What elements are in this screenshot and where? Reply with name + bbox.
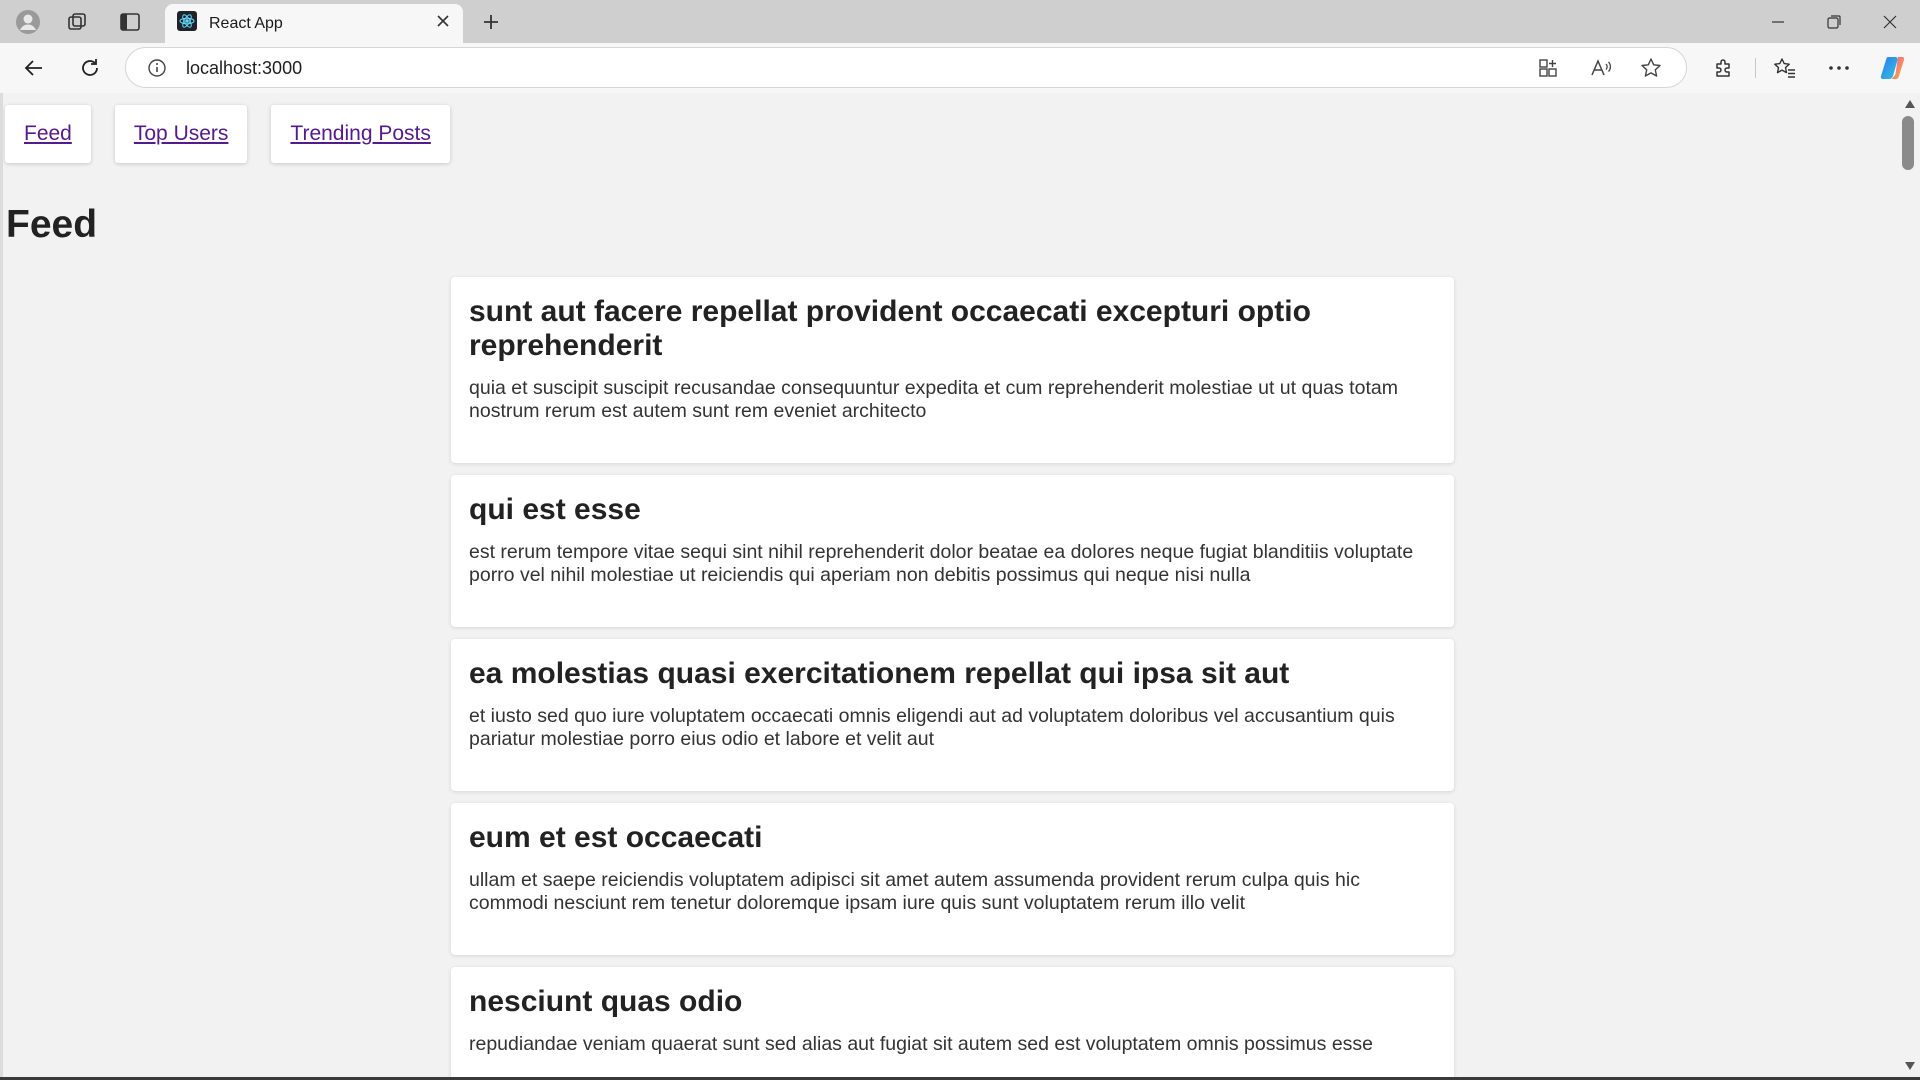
read-aloud-icon[interactable] (1586, 54, 1616, 82)
react-logo-icon (177, 11, 197, 36)
post-card: qui est esse est rerum tempore vitae seq… (451, 475, 1454, 627)
post-card: ea molestias quasi exercitationem repell… (451, 639, 1454, 791)
post-title: qui est esse (469, 493, 641, 526)
tab-title: React App (209, 14, 283, 32)
more-icon[interactable] (1821, 52, 1857, 84)
browser-tab[interactable]: React App (165, 4, 463, 43)
scrollbar-thumb[interactable] (1902, 116, 1914, 170)
favorites-icon[interactable] (1767, 52, 1803, 84)
copilot-icon[interactable] (1875, 52, 1911, 84)
address-text: localhost:3000 (186, 58, 303, 78)
top-navigation: Feed Top Users Trending Posts (5, 105, 474, 163)
back-arrow-icon[interactable] (16, 52, 52, 84)
page-viewport: Feed Top Users Trending Posts Feed sunt … (0, 93, 1900, 1077)
post-title: nesciunt quas odio (469, 985, 743, 1018)
toolbar-divider (1755, 58, 1756, 78)
close-icon[interactable] (435, 13, 451, 34)
profile-icon[interactable] (12, 6, 44, 38)
post-body: repudiandae veniam quaerat sunt sed alia… (469, 1033, 1374, 1055)
minimize-icon[interactable] (1750, 0, 1806, 43)
nav-item-trending-posts: Trending Posts (271, 105, 450, 163)
workspaces-icon[interactable] (62, 6, 94, 38)
tab-actions-icon[interactable] (114, 6, 146, 38)
plus-icon[interactable] (475, 6, 507, 38)
browser-titlebar: React App (0, 0, 1920, 43)
nav-item-feed: Feed (5, 105, 91, 163)
nav-link-top-users[interactable]: Top Users (134, 122, 229, 146)
nav-item-top-users: Top Users (114, 105, 248, 163)
vertical-scrollbar[interactable] (1900, 93, 1920, 1077)
post-body: quia et suscipit suscipit recusandae con… (469, 377, 1398, 422)
post-body: ullam et saepe reiciendis voluptatem adi… (469, 869, 1360, 914)
browser-toolbar: localhost:3000 (0, 43, 1920, 93)
post-card: eum et est occaecati ullam et saepe reic… (451, 803, 1454, 955)
post-title: ea molestias quasi exercitationem repell… (469, 657, 1290, 690)
post-card: nesciunt quas odio repudiandae veniam qu… (451, 967, 1454, 1077)
refresh-icon[interactable] (72, 52, 108, 84)
app-icon[interactable] (1533, 54, 1563, 82)
puzzle-icon[interactable] (1706, 52, 1742, 84)
scroll-down-icon[interactable] (1900, 1058, 1920, 1074)
post-card: sunt aut facere repellat provident occae… (451, 277, 1454, 463)
close-window-icon[interactable] (1862, 0, 1918, 43)
post-title: eum et est occaecati (469, 821, 763, 854)
info-icon[interactable] (142, 54, 172, 82)
post-body: et iusto sed quo iure voluptatem occaeca… (469, 705, 1395, 750)
address-bar[interactable]: localhost:3000 (125, 47, 1687, 88)
post-title: sunt aut facere repellat provident occae… (469, 295, 1311, 362)
post-body: est rerum tempore vitae sequi sint nihil… (469, 541, 1414, 586)
scroll-up-icon[interactable] (1900, 96, 1920, 112)
nav-link-trending-posts[interactable]: Trending Posts (290, 122, 430, 146)
restore-icon[interactable] (1806, 0, 1862, 43)
star-icon[interactable] (1636, 54, 1666, 82)
post-feed: sunt aut facere repellat provident occae… (451, 277, 1454, 1077)
page-title: Feed (6, 203, 98, 246)
nav-link-feed[interactable]: Feed (24, 122, 72, 146)
